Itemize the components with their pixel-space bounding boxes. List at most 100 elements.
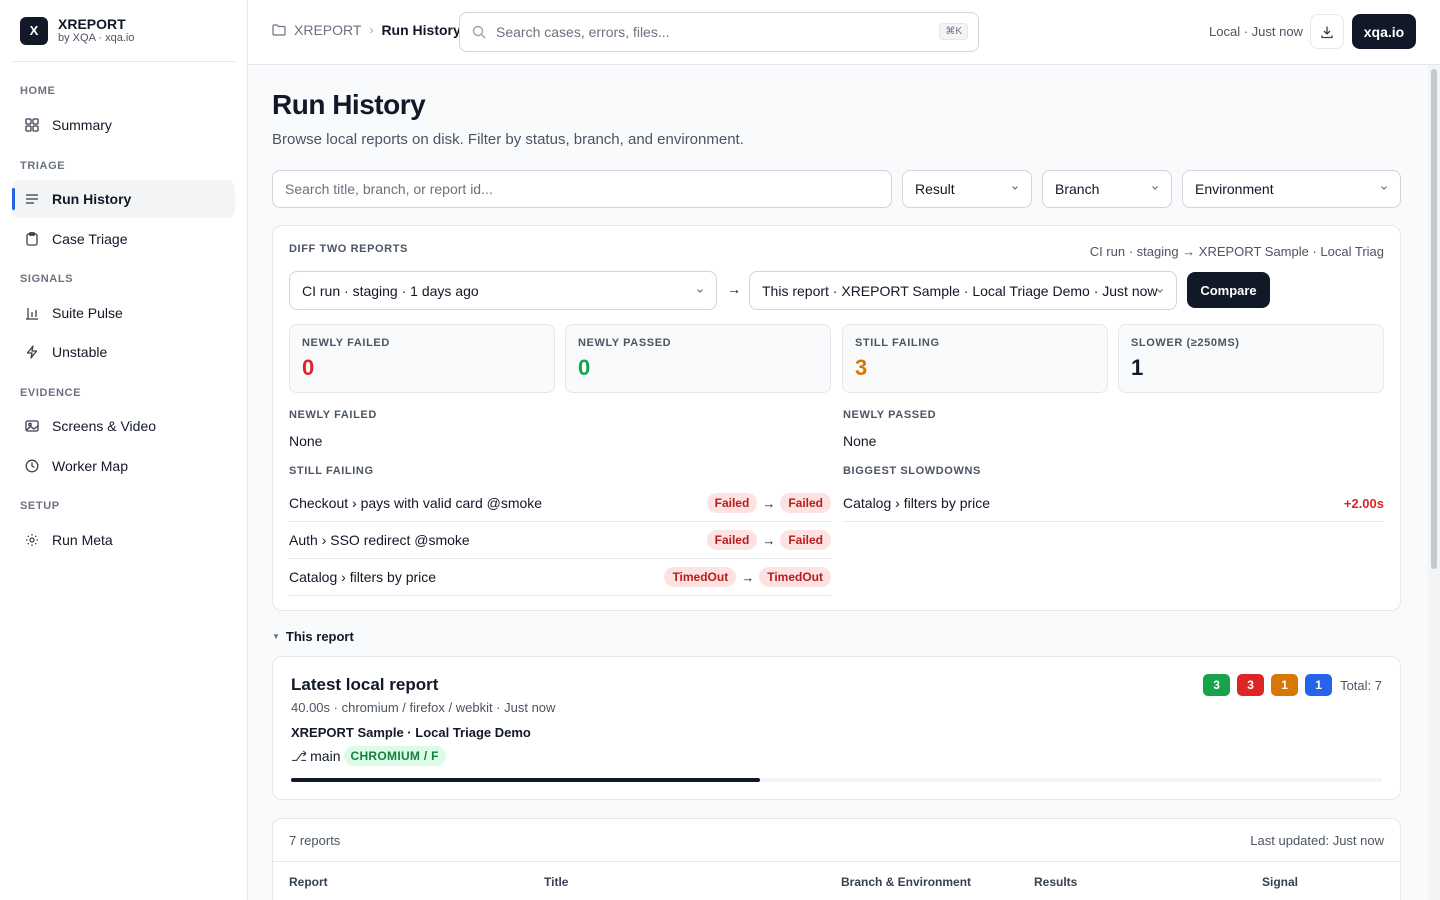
- sidebar-item-label: Summary: [52, 117, 112, 133]
- newly-failed-heading: NEWLY FAILED: [289, 409, 377, 421]
- clipboard-icon: [24, 231, 40, 247]
- result-filter-select[interactable]: Result: [902, 170, 1032, 208]
- search-icon: [472, 25, 486, 39]
- test-name: Checkout › pays with valid card @smoke: [289, 495, 543, 511]
- slowdown-row[interactable]: Catalog › filters by price +2.00s: [843, 485, 1384, 522]
- still-failing-row[interactable]: Catalog › filters by price TimedOut → Ti…: [289, 559, 831, 596]
- table-divider: [273, 861, 1400, 862]
- breadcrumb-current: Run History: [381, 22, 461, 38]
- stat-label: SLOWER (≥250MS): [1131, 337, 1240, 349]
- shortcut-hint: ⌘K: [939, 23, 968, 40]
- global-search-input[interactable]: Search cases, errors, files... ⌘K: [459, 12, 979, 52]
- sidebar-item-run-history[interactable]: Run History: [12, 180, 235, 218]
- caret-down-icon: ▼: [272, 632, 280, 641]
- breadcrumb: XREPORT › Run History: [272, 22, 461, 38]
- sidebar-item-label: Suite Pulse: [52, 305, 123, 321]
- environment-filter-value: Environment: [1195, 181, 1274, 197]
- sidebar-item-worker-map[interactable]: Worker Map: [12, 447, 235, 485]
- status-pill-from: TimedOut: [664, 567, 737, 587]
- topbar: XREPORT › Run History Search cases, erro…: [248, 0, 1440, 65]
- chevron-down-icon: [1152, 186, 1158, 190]
- column-header-signal[interactable]: Signal: [1262, 875, 1298, 889]
- latest-report-card[interactable]: Latest local report 40.00s · chromium / …: [272, 656, 1401, 800]
- failed-count-badge: 3: [1237, 674, 1265, 696]
- column-header-results[interactable]: Results: [1034, 875, 1077, 889]
- latest-report-name: XREPORT Sample · Local Triage Demo: [291, 725, 531, 740]
- report-search-input[interactable]: Search title, branch, or report id...: [272, 170, 892, 208]
- column-header-report[interactable]: Report: [289, 875, 328, 889]
- sidebar-item-label: Unstable: [52, 344, 108, 360]
- column-header-title[interactable]: Title: [544, 875, 568, 889]
- this-report-toggle[interactable]: ▼ This report: [272, 629, 354, 644]
- nav-group-signals: SIGNALS: [20, 273, 74, 285]
- skipped-count-badge: 1: [1305, 674, 1333, 696]
- status-pill-to: Failed: [780, 493, 831, 513]
- nav-group-setup: SETUP: [20, 500, 60, 512]
- list-icon: [24, 191, 40, 207]
- sidebar-item-summary[interactable]: Summary: [12, 106, 235, 144]
- sidebar-item-screens-video[interactable]: Screens & Video: [12, 407, 235, 445]
- search-placeholder: Search cases, errors, files...: [496, 24, 670, 40]
- main-scrollbar[interactable]: [1428, 65, 1440, 900]
- this-report-label: This report: [285, 629, 354, 644]
- chevron-down-icon: [1157, 289, 1163, 293]
- stat-label: NEWLY FAILED: [302, 337, 390, 349]
- status-pill-from: Failed: [706, 530, 758, 550]
- branch-icon: ⎇: [291, 747, 308, 764]
- test-name: Catalog › filters by price: [843, 495, 991, 511]
- diff-left-select[interactable]: CI run · staging · 1 days ago: [289, 271, 717, 310]
- report-status: Local · Just now: [1209, 24, 1303, 39]
- stat-label: NEWLY PASSED: [578, 337, 672, 349]
- status-pill-to: TimedOut: [759, 567, 831, 587]
- chevron-down-icon: [1012, 186, 1018, 190]
- sidebar-item-case-triage[interactable]: Case Triage: [12, 220, 235, 258]
- chevron-down-icon: [697, 289, 703, 293]
- compare-button[interactable]: Compare: [1187, 272, 1270, 308]
- result-filter-value: Result: [915, 181, 955, 197]
- branch-filter-select[interactable]: Branch: [1042, 170, 1172, 208]
- still-failing-row[interactable]: Checkout › pays with valid card @smoke F…: [289, 485, 831, 522]
- diff-right-value: This report · XREPORT Sample · Local Tri…: [762, 282, 1158, 299]
- latest-report-branch: ⎇ main CHROMIUM / F: [291, 746, 446, 766]
- breadcrumb-root[interactable]: XREPORT: [294, 22, 361, 38]
- still-failing-row[interactable]: Auth › SSO redirect @smoke Failed → Fail…: [289, 522, 831, 559]
- brand-name: XREPORT: [58, 16, 126, 32]
- sidebar-item-unstable[interactable]: Unstable: [12, 333, 235, 371]
- sidebar-item-label: Run History: [52, 191, 132, 207]
- brand-logo: X: [20, 16, 48, 45]
- reports-table-card: 7 reports Last updated: Just now Report …: [272, 818, 1401, 900]
- sidebar: X XREPORT by XQA · xqa.io HOME Summary T…: [0, 0, 248, 900]
- status-pill-from: Failed: [706, 493, 758, 513]
- report-search-placeholder: Search title, branch, or report id...: [285, 181, 493, 197]
- diff-right-select[interactable]: This report · XREPORT Sample · Local Tri…: [749, 271, 1177, 310]
- branch-filter-value: Branch: [1055, 181, 1100, 197]
- main-content: Run History Browse local reports on disk…: [248, 65, 1428, 900]
- sidebar-item-suite-pulse[interactable]: Suite Pulse: [12, 294, 235, 332]
- nav-group-home: HOME: [20, 85, 56, 97]
- last-updated: Last updated: Just now: [1250, 833, 1384, 848]
- stat-still-failing: STILL FAILING 3: [842, 324, 1108, 393]
- stat-value: 0: [302, 355, 315, 380]
- sidebar-item-run-meta[interactable]: Run Meta: [12, 521, 235, 559]
- report-progress-bar: [291, 778, 1382, 782]
- stat-value: 0: [578, 355, 591, 380]
- stat-value: 1: [1131, 355, 1144, 380]
- scrollbar-thumb[interactable]: [1431, 69, 1437, 569]
- column-header-branch-env[interactable]: Branch & Environment: [841, 875, 971, 889]
- breadcrumb-separator: ›: [369, 23, 374, 37]
- branch-name: main: [310, 748, 341, 764]
- latest-report-title: Latest local report: [291, 675, 439, 694]
- diff-summary: CI run · staging → XREPORT Sample · Loca…: [1089, 244, 1384, 259]
- newly-passed-text: None: [843, 433, 877, 449]
- environment-filter-select[interactable]: Environment: [1182, 170, 1401, 208]
- stat-newly-failed: NEWLY FAILED 0: [289, 324, 555, 393]
- download-button[interactable]: [1310, 14, 1344, 49]
- xqa-link-button[interactable]: xqa.io: [1352, 14, 1416, 49]
- download-icon: [1320, 25, 1334, 39]
- nav-group-triage: TRIAGE: [20, 160, 66, 172]
- gear-icon: [24, 532, 40, 548]
- brand[interactable]: X XREPORT by XQA · xqa.io: [12, 0, 235, 62]
- sidebar-item-label: Case Triage: [52, 231, 128, 247]
- brand-subtitle: by XQA · xqa.io: [58, 32, 135, 44]
- page-subtitle: Browse local reports on disk. Filter by …: [272, 131, 744, 148]
